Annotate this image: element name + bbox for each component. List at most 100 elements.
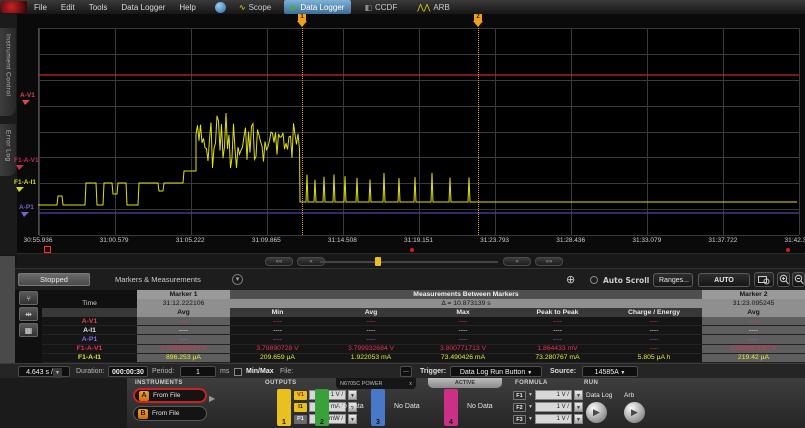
f3-range-value[interactable]: 1 V / [535,414,572,424]
arb-icon: ⋀⋀ [417,3,430,12]
menu-item-file[interactable]: File [27,3,54,12]
table-row-a-i1[interactable]: A-I1---------------------------- [42,326,805,335]
marker-1-flag[interactable]: 1 [297,14,307,27]
active-tab[interactable]: ACTIVE [428,378,502,388]
marker-1-line [302,28,303,235]
instrument-tab[interactable]: N6705C POWERx [336,378,416,389]
close-icon[interactable]: x [409,381,412,387]
pan-icon[interactable]: ⊕ [566,273,575,286]
source-dropdown[interactable]: 14585A ▼ [582,366,638,377]
period-label: Period: [152,366,174,377]
toolbar: Stopped Markers & Measurements ▾ ⊕ Auto … [0,268,805,290]
chevron-down-icon[interactable]: ▼ [348,414,357,424]
cell-max: ---- [417,317,509,325]
more-button[interactable]: ... [400,366,412,377]
f2-range-value[interactable]: 1 V / [535,402,572,412]
plot-area[interactable] [38,28,799,235]
tab-label: Scope [249,3,272,12]
auto-scroll-icon[interactable] [590,276,598,284]
chevron-down-icon[interactable]: ▼ [528,392,533,398]
chevron-down-icon[interactable]: ▼ [348,390,357,400]
marker2-sub: Avg [702,308,805,317]
auto-scroll-label[interactable]: Auto Scroll [603,276,649,285]
chevron-down-icon[interactable]: ▼ [528,416,533,422]
run-header: RUN [584,380,598,386]
instrument-label: From File [153,392,180,399]
scale-dropdown[interactable]: 4.643 s /▼ [18,366,70,377]
table-row-a-p1[interactable]: A-P1---------------------------- [42,335,805,344]
scroll-right-button[interactable]: » [503,257,531,266]
scroll-far-right-button[interactable]: »» [535,257,563,266]
period-input[interactable]: 1 [180,366,216,377]
ranges-button[interactable]: Ranges... [653,273,693,287]
scroll-track[interactable] [320,261,498,263]
table-row-a-v1[interactable]: A-V1---------------------------- [42,317,805,326]
left-gray-strip [0,256,15,363]
marker2-value[interactable]: 3.800027087 V [702,345,805,353]
view-selector-label[interactable]: Markers & Measurements [115,275,201,284]
menu-item-help[interactable]: Help [172,3,202,12]
instrument-a[interactable]: A From File [133,388,207,403]
grid-icon-button[interactable]: ▦ [19,323,38,337]
table-row-f1-a-i1[interactable]: F1-A-I1896.253 µA209.659 µA1.922053 mA73… [42,354,805,363]
auto-scale-button[interactable]: AUTO SCALE [698,273,750,287]
chevron-down-icon[interactable]: ▼ [574,390,583,400]
output-4-bar[interactable]: 4 [444,389,458,426]
marker2-value[interactable]: 219.42 µA [702,354,805,362]
f1-range-value[interactable]: 1 V / [535,390,572,400]
tab-arb[interactable]: ⋀⋀ARB [410,0,457,14]
trigger-dropdown[interactable]: Data Log Run Button ▼ [450,366,542,377]
scroll-far-left-button[interactable]: «« [265,257,293,266]
marker1-value[interactable]: ---- [137,326,230,334]
duration-value[interactable]: 000:00:30 [108,366,148,377]
output-2-bar[interactable]: 2 [315,389,329,426]
marker1-value[interactable]: 3.798018033 V [137,345,230,353]
x-tick-label: 31:37.722 [708,237,737,244]
tab-ccdf[interactable]: ◧CCDF [357,0,404,14]
tab-scope[interactable]: ∿Scope [232,0,278,14]
output-3-bar[interactable]: 3 [371,389,385,426]
menu-item-tools[interactable]: Tools [82,3,115,12]
output-1-bar[interactable]: 1 [277,389,291,426]
zoom-region-icon [758,275,770,285]
instrument-a-icon: A [139,391,149,401]
cell-peak-to-peak: ---- [509,335,606,343]
run-data-log-button[interactable]: ▶ [586,402,607,423]
marker2-value[interactable]: ---- [702,317,805,325]
chevron-down-icon[interactable]: ▼ [528,404,533,410]
marker2-title[interactable]: Marker 2 [702,290,805,299]
marker1-title[interactable]: Marker 1 [137,290,230,299]
col-avg: Avg [325,308,417,317]
markers-icon-button[interactable]: ⇹ [19,307,38,321]
chevron-down-icon[interactable]: ▼ [574,414,583,424]
zoom-region-button[interactable] [754,272,774,287]
sidebar-tab-instrument-control[interactable]: Instrument Control [0,28,16,116]
marker-2-flag[interactable]: 2 [473,14,483,27]
marker1-value[interactable]: ---- [137,317,230,325]
chevron-down-icon[interactable]: ▼ [574,402,583,412]
zoom-in-button[interactable] [777,272,790,287]
run-arb-button[interactable]: ▶ [624,402,645,423]
minmax-checkbox[interactable] [234,368,242,376]
f2-chip: F2 [513,403,526,412]
menu-item-edit[interactable]: Edit [54,3,82,12]
col-min: Min [230,308,325,317]
cell-peak-to-peak: 1.864433 mV [509,345,606,353]
instrument-b[interactable]: BFrom File [133,406,207,421]
zoom-out-button[interactable] [792,272,805,287]
cell-peak-to-peak: 73.280767 mA [509,354,606,362]
scroll-handle[interactable] [375,257,381,266]
table-row-f1-a-v1[interactable]: F1-A-V13.798018033 V3.79890728 V3.799932… [42,345,805,354]
setup-icon-button[interactable]: ⑂ [19,291,38,305]
marker1-value[interactable]: 896.253 µA [137,354,230,362]
expand-arrow-icon[interactable]: ▶ [209,394,215,403]
menu-item-data-logger[interactable]: Data Logger [114,3,172,12]
tab-data-logger[interactable]: ▶Data Logger [284,0,351,14]
marker2-value[interactable]: ---- [702,326,805,334]
info-icon[interactable] [215,2,226,13]
marker1-value[interactable]: ---- [137,335,230,343]
stopped-button[interactable]: Stopped [18,273,90,286]
marker-arrow-icon [473,21,483,27]
marker2-value[interactable]: ---- [702,335,805,343]
view-dropdown-icon[interactable]: ▾ [232,274,243,285]
